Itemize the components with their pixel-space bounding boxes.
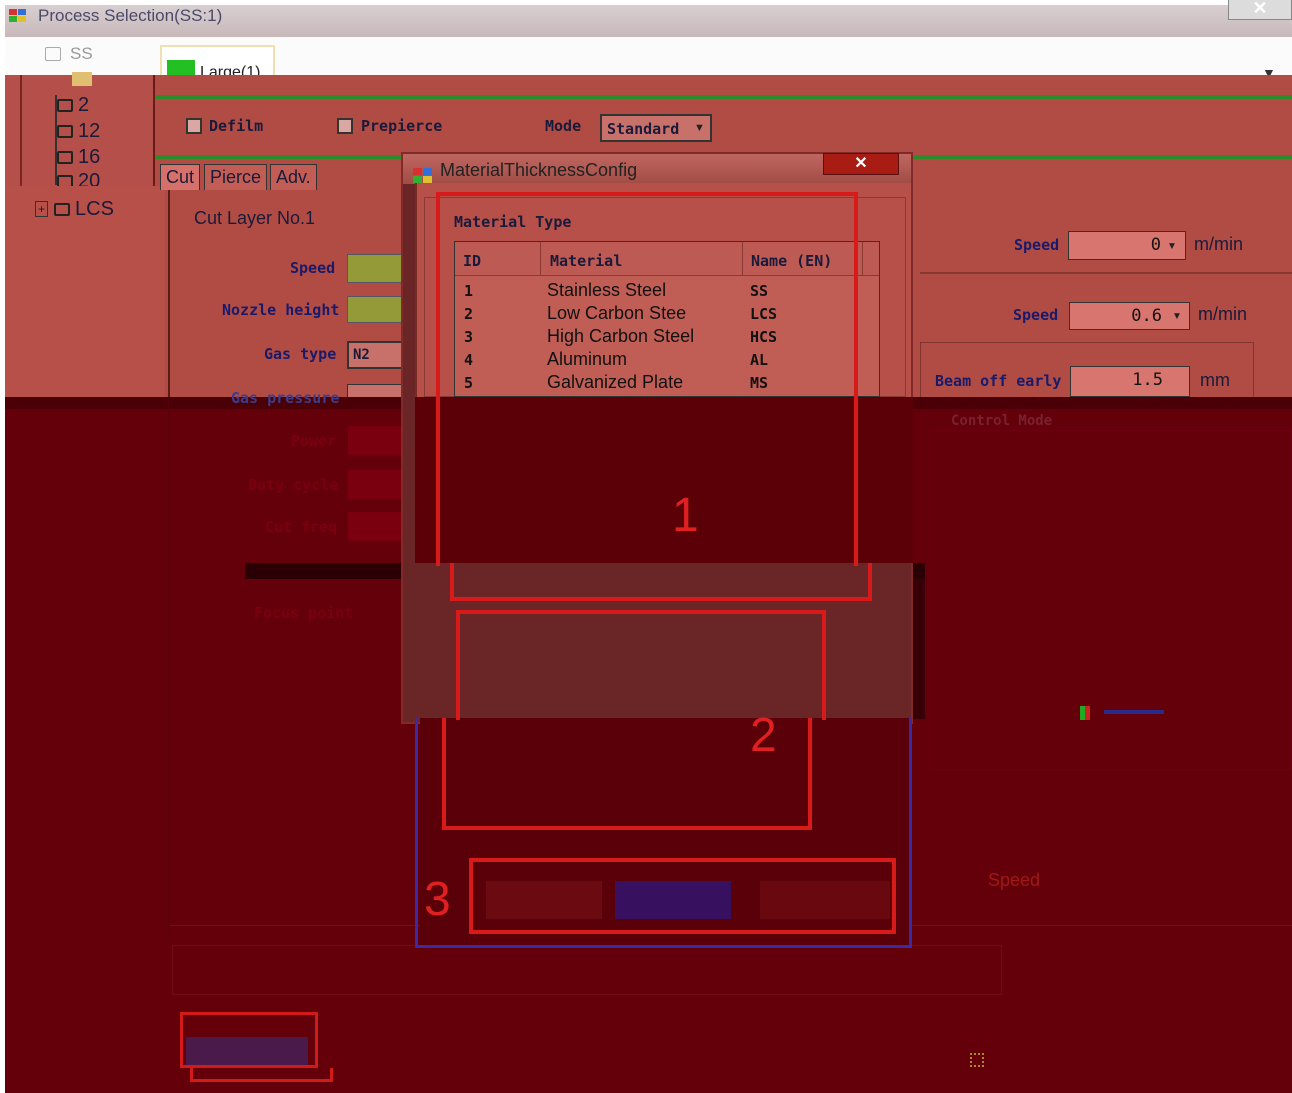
right-speed2-label: Speed [1013, 306, 1059, 324]
subtab-underline [155, 155, 415, 159]
progress-line [1104, 710, 1164, 714]
folder-icon [57, 99, 73, 112]
folder-icon [57, 175, 73, 186]
status-indicator-icon [1080, 706, 1090, 720]
prepierce-label: Prepierce [361, 117, 443, 135]
window-close-button[interactable]: ✕ [1228, 0, 1292, 20]
speed-unit: m/min [1194, 234, 1243, 254]
speed2-unit: m/min [1198, 304, 1247, 324]
bottom-action-button[interactable] [186, 1037, 308, 1065]
open-folder-icon [72, 72, 92, 86]
annotation-number-2: 2 [750, 709, 777, 762]
column-divider[interactable] [862, 242, 863, 276]
folder-icon [45, 47, 61, 61]
folder-icon [57, 151, 73, 164]
resize-grip-icon[interactable] [970, 1053, 984, 1067]
beam-off-select[interactable]: 1.5 [1070, 366, 1190, 397]
tree-root-label[interactable]: SS [70, 44, 93, 64]
tab-underline [155, 95, 1292, 99]
defilm-checkbox[interactable] [186, 118, 202, 134]
control-mode-label: Control Mode [951, 413, 1053, 429]
tree-item-20[interactable]: 20 [57, 170, 100, 186]
tree-item-16[interactable]: 16 [57, 146, 100, 169]
cut-layer-title: Cut Layer No.1 [194, 208, 316, 228]
prepierce-checkbox[interactable] [337, 118, 353, 134]
chevron-down-icon: ▼ [1167, 241, 1177, 252]
annotation-box-1-foot [450, 563, 872, 601]
tab-pierce[interactable]: Pierce [204, 164, 268, 190]
dialog-app-icon [413, 168, 432, 183]
folder-icon [57, 125, 73, 138]
right-divider [920, 272, 1292, 274]
chevron-down-icon: ▼ [1172, 311, 1182, 322]
gas-pressure-label: Gas pressure [231, 389, 340, 407]
tree-item-lcs[interactable]: + LCS [35, 198, 114, 221]
remarks-field[interactable] [172, 945, 1002, 995]
tree-item-2[interactable]: 2 [57, 94, 89, 117]
duty-cycle-label: Duty cycle [248, 476, 339, 494]
gas-type-label: Gas type [264, 345, 337, 363]
annotation-box-2 [456, 610, 826, 720]
annotation-number-3: 3 [424, 873, 451, 926]
subtab-underline-right [912, 155, 1292, 159]
beam-off-label: Beam off early [935, 372, 1062, 390]
beam-unit: mm [1200, 370, 1230, 390]
nozzle-height-label: Nozzle height [222, 301, 340, 319]
tree-item-12[interactable]: 12 [57, 120, 100, 143]
right-speed-label: Speed [1014, 236, 1060, 254]
highlight-underline [190, 1068, 333, 1082]
annotation-box-1 [436, 192, 858, 566]
speed-label: Speed [290, 259, 336, 277]
speed-lower-label: Speed [988, 870, 1041, 890]
focus-point-label: Focus point [254, 604, 354, 622]
chevron-down-icon: ▼ [694, 122, 705, 134]
power-label: Power [291, 432, 337, 450]
mode-label: Mode [545, 117, 582, 135]
cut-freq-label: Cut freq [265, 518, 338, 536]
app-icon [9, 9, 26, 22]
annotation-number-1: 1 [672, 489, 699, 542]
annotation-box-3 [469, 858, 896, 934]
tab-adv[interactable]: Adv. [270, 164, 317, 190]
defilm-label: Defilm [209, 117, 264, 135]
folder-icon [54, 203, 71, 216]
dialog-close-button[interactable]: ✕ [823, 153, 899, 175]
right-lower-group [930, 430, 1292, 770]
tab-cut[interactable]: Cut [160, 164, 201, 190]
dialog-title: MaterialThicknessConfig [440, 160, 638, 180]
lower-divider [168, 397, 169, 937]
window-title: Process Selection(SS:1) [38, 6, 223, 25]
expand-icon[interactable]: + [35, 201, 49, 217]
